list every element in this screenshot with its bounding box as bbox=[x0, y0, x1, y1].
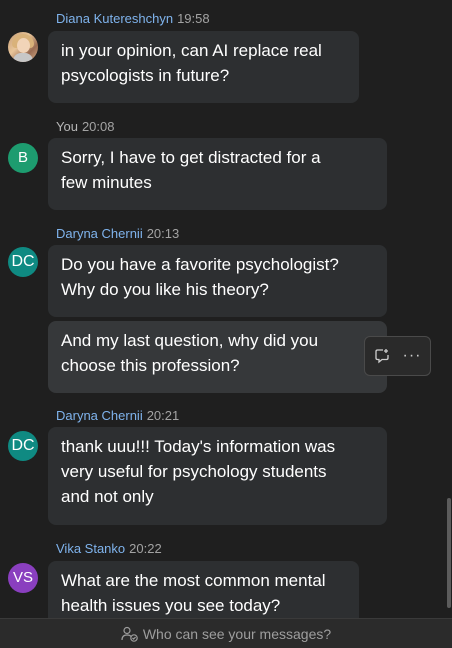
message-time: 20:13 bbox=[146, 226, 180, 241]
message-bubble[interactable]: Sorry, I have to get distracted for a fe… bbox=[48, 138, 387, 210]
message-time: 20:22 bbox=[129, 541, 162, 556]
message-text-line: health issues you see today? bbox=[61, 596, 281, 615]
message-header: You 20:08 bbox=[56, 119, 114, 134]
sender-name[interactable]: Diana Kutereshchyn bbox=[56, 11, 173, 26]
avatar[interactable]: B bbox=[8, 143, 38, 173]
message-text-line: What are the most common mental bbox=[61, 571, 326, 590]
message-text-line: Sorry, I have to get distracted for a bbox=[61, 148, 321, 167]
message-header: Daryna Chernii 20:13 bbox=[56, 226, 179, 241]
sender-name[interactable]: Daryna Chernii bbox=[56, 226, 143, 241]
sender-name[interactable]: Vika Stanko bbox=[56, 541, 125, 556]
message-text-line: few minutes bbox=[61, 173, 152, 192]
chat-message-list[interactable]: Diana Kutereshchyn 19:58 in your opinion,… bbox=[0, 0, 446, 618]
message-text-line: very useful for psychology students bbox=[61, 462, 327, 481]
message-text-line: in your opinion, can AI replace real bbox=[61, 41, 322, 60]
message-time: 20:08 bbox=[81, 119, 115, 134]
message-bubble[interactable]: in your opinion, can AI replace real psy… bbox=[48, 31, 359, 103]
message-header: Vika Stanko 20:22 bbox=[56, 541, 162, 556]
message-header: Daryna Chernii 20:21 bbox=[56, 408, 179, 423]
scrollbar-thumb[interactable] bbox=[447, 498, 451, 608]
message-hover-actions: ··· bbox=[364, 336, 431, 376]
avatar[interactable]: VS bbox=[8, 563, 38, 593]
message-text-line: and not only bbox=[61, 487, 154, 506]
privacy-footer[interactable]: Who can see your messages? bbox=[0, 618, 452, 648]
avatar[interactable]: DC bbox=[8, 431, 38, 461]
message-time: 20:21 bbox=[146, 408, 180, 423]
more-options-icon[interactable]: ··· bbox=[397, 337, 427, 375]
message-text-line: Do you have a favorite psychologist? bbox=[61, 255, 339, 274]
reply-in-thread-icon[interactable] bbox=[367, 337, 397, 375]
message-text-line: Why do you like his theory? bbox=[61, 280, 269, 299]
message-text-line: And my last question, why did you bbox=[61, 331, 319, 350]
people-privacy-icon bbox=[121, 626, 139, 642]
message-bubble[interactable]: What are the most common mental health i… bbox=[48, 561, 359, 618]
message-bubble[interactable]: thank uuu!!! Today's information was ver… bbox=[48, 427, 387, 525]
avatar-photo[interactable] bbox=[8, 32, 38, 62]
message-text-line: choose this profession? bbox=[61, 356, 240, 375]
message-bubble[interactable]: And my last question, why did you choose… bbox=[48, 321, 387, 393]
sender-name: You bbox=[56, 119, 78, 134]
sender-name[interactable]: Daryna Chernii bbox=[56, 408, 143, 423]
privacy-link[interactable]: Who can see your messages? bbox=[143, 626, 331, 642]
scrollbar[interactable] bbox=[446, 0, 452, 618]
message-time: 19:58 bbox=[177, 11, 210, 26]
message-bubble[interactable]: Do you have a favorite psychologist? Why… bbox=[48, 245, 387, 317]
avatar[interactable]: DC bbox=[8, 247, 38, 277]
message-header: Diana Kutereshchyn 19:58 bbox=[56, 11, 210, 26]
message-text-line: thank uuu!!! Today's information was bbox=[61, 437, 336, 456]
message-text-line: psycologists in future? bbox=[61, 66, 230, 85]
